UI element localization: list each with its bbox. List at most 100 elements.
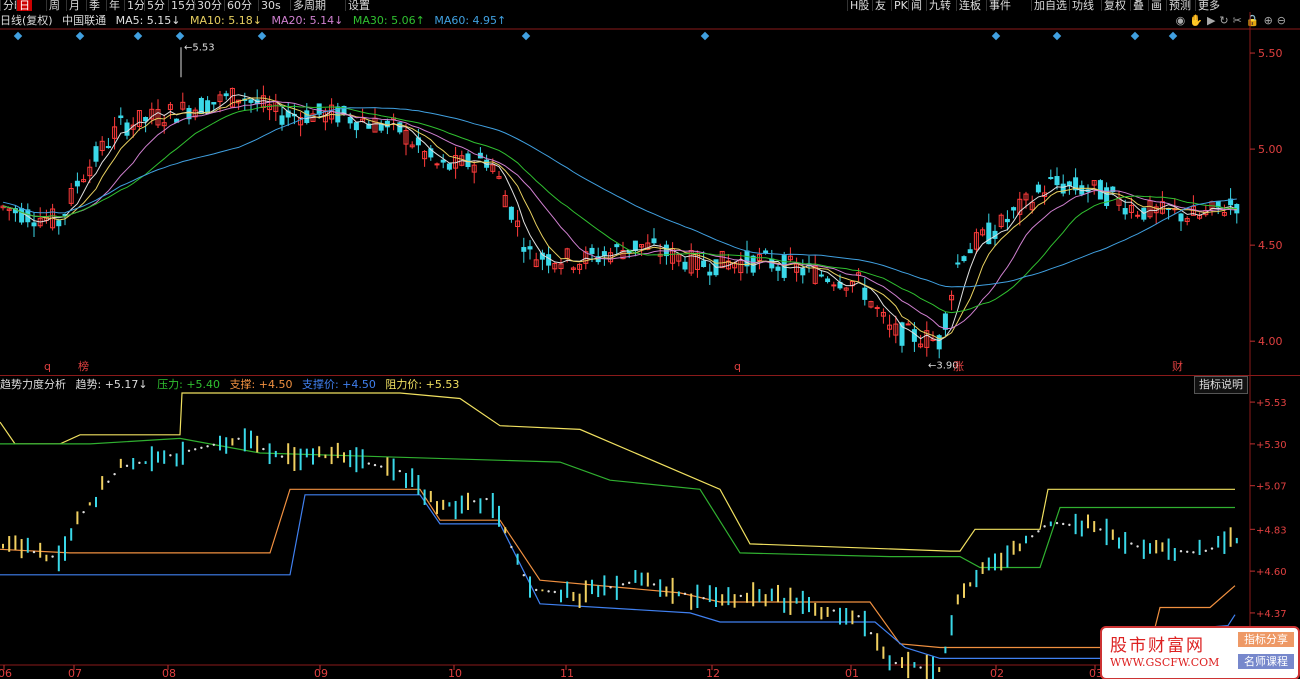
candle-body [465, 153, 471, 168]
candle-body [1004, 218, 1010, 223]
support-line [0, 488, 1236, 649]
candle-body [1135, 214, 1141, 217]
trend-dot [1099, 528, 1102, 531]
bottom-marker: q [734, 360, 741, 373]
candle-body [205, 100, 211, 114]
trend-dot [683, 592, 687, 596]
event-marker [991, 31, 1001, 41]
trend-dot [113, 472, 116, 476]
candle-body [818, 274, 824, 277]
bottom-marker: 涨 [953, 360, 964, 373]
time-tick-label: 01 [845, 667, 859, 679]
trend-dot [869, 632, 873, 635]
ind-tick-label: +4.60 [1256, 567, 1287, 578]
trend-dot [535, 588, 538, 592]
candle-body [1122, 208, 1128, 215]
candle-body [862, 287, 868, 300]
price-tick-label: 4.00 [1258, 335, 1283, 348]
trend-dot [212, 443, 215, 446]
high-label: ←5.53 [184, 42, 215, 53]
ind-tick-label: +4.37 [1256, 609, 1287, 620]
trend-dot [1210, 547, 1214, 550]
trend-dot [522, 574, 525, 577]
candle-body [961, 256, 967, 262]
event-marker [521, 31, 531, 41]
candle-body [74, 180, 80, 187]
time-tick-label: 02 [990, 667, 1004, 679]
candle-body [1035, 184, 1041, 193]
ma20-line [2, 100, 1237, 330]
candle-body [446, 163, 452, 170]
kline-chart[interactable]: 5.50 5.00 4.50 4.00 +5.53 +5.30 +5.07 +4.83 +4.6… [0, 0, 1300, 679]
candle-body [1054, 176, 1060, 186]
trend-dot [1055, 521, 1059, 525]
trend-dot [187, 449, 191, 452]
candle-body [632, 240, 638, 251]
candle-body [663, 244, 669, 257]
pressure-line [0, 437, 1235, 569]
trend-dot [547, 590, 550, 593]
candle-body [527, 246, 533, 250]
trend-dot [1186, 550, 1189, 553]
event-marker [1168, 31, 1178, 41]
trend-dot [237, 437, 240, 440]
candle-body [508, 206, 514, 220]
trend-dot [125, 464, 129, 468]
watermark-url: WWW.GSCFW.COM [1110, 656, 1220, 669]
ma10-line [2, 97, 1237, 340]
candle-body [118, 115, 124, 119]
ma30-line [2, 105, 1237, 314]
price-tick-label: 5.50 [1258, 47, 1283, 60]
candle-body [248, 99, 254, 103]
trend-dot [1043, 525, 1046, 528]
candle-body [56, 220, 62, 227]
candle-body [1011, 207, 1017, 211]
candle-body [763, 250, 769, 254]
candle-body [105, 146, 111, 149]
candle-body [701, 260, 707, 268]
time-tick-label: 06 [0, 667, 12, 679]
candle-body [942, 313, 948, 330]
trend-dot [107, 480, 110, 483]
candle-body [279, 115, 285, 125]
trend-dot [1192, 551, 1195, 554]
candle-body [31, 222, 37, 227]
candle-body [19, 208, 25, 223]
candle-body [1048, 177, 1054, 180]
time-tick-label: 10 [448, 667, 462, 679]
trend-dot [628, 581, 631, 585]
trend-dot [1204, 549, 1208, 553]
trend-dot [473, 500, 476, 503]
trend-dot [553, 590, 556, 594]
candle-body [874, 307, 880, 310]
trend-dot [832, 609, 835, 612]
trend-dot [280, 455, 284, 458]
trend-dot [485, 497, 488, 501]
candle-body [682, 261, 688, 270]
ind-tick-label: +5.30 [1256, 440, 1287, 451]
ma60-line [2, 107, 1237, 288]
candle-body [434, 163, 440, 166]
trend-dot [510, 545, 513, 549]
price-tick-label: 4.50 [1258, 239, 1283, 252]
bottom-marker: 榜 [78, 359, 89, 373]
trend-dot [380, 465, 383, 468]
trend-dot [194, 448, 197, 451]
trend-dot [1136, 545, 1139, 548]
trend-dot [1037, 530, 1040, 533]
candle-body [955, 262, 961, 265]
trend-dot [206, 445, 209, 448]
trend-dot [262, 447, 265, 451]
candle-body [347, 116, 353, 124]
trend-dot [1130, 542, 1133, 545]
trend-dot [739, 594, 742, 598]
watermark-tag-share: 指标分享 [1238, 632, 1294, 647]
trend-dot [169, 454, 172, 457]
candle-body [1104, 187, 1110, 206]
candle-body [211, 102, 217, 105]
event-marker [133, 31, 143, 41]
candle-body [93, 146, 99, 162]
time-tick-label: 09 [314, 667, 328, 679]
event-marker [13, 31, 23, 41]
ind-tick-label: +4.83 [1256, 525, 1287, 536]
